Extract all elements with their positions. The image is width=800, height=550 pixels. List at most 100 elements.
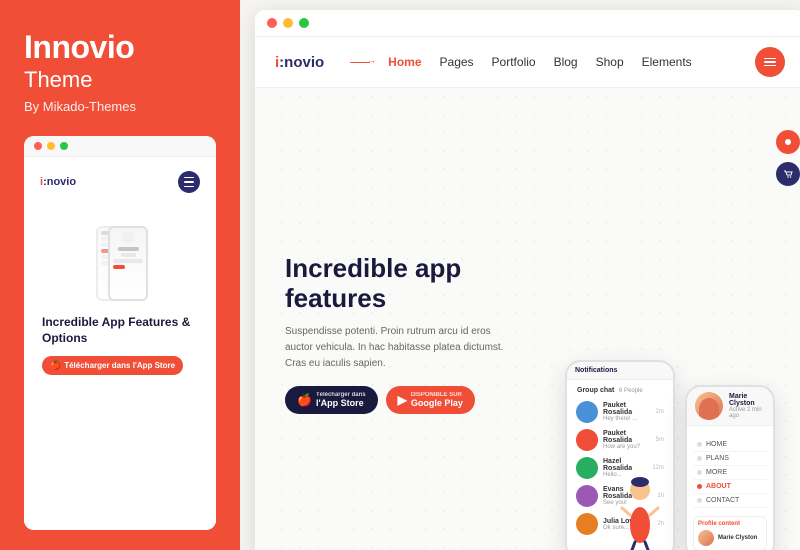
mini-browser-content: i:novio xyxy=(24,157,216,530)
avatar xyxy=(576,513,598,535)
chat-time: 5m xyxy=(656,437,664,443)
mini-screen-line xyxy=(113,259,143,263)
profile-sub: Active 2 min ago xyxy=(729,407,765,419)
browser-dot-yellow xyxy=(283,18,293,28)
profile-mini-info: Marie Clyston xyxy=(718,535,757,541)
chat-row: Pauket Rosalida How are you? 5m xyxy=(573,426,667,454)
chat-name: Pauket Rosalida xyxy=(603,430,651,444)
brand-title-text: Innovio xyxy=(24,29,134,65)
mini-screen-line xyxy=(121,253,136,257)
side-icons xyxy=(776,130,800,186)
mini-logo: i:novio xyxy=(40,176,76,188)
appstore-button[interactable]: 🍎 Télécharger dans l'App Store xyxy=(285,386,378,414)
group-chat-label: Group chat 6 People xyxy=(573,385,667,396)
hero-title-line2: features xyxy=(285,283,386,313)
menu-dot xyxy=(697,470,702,475)
brand-title: Innovio xyxy=(24,30,216,65)
hero-title-line1: Incredible app xyxy=(285,253,461,283)
nav-hamburger-button[interactable] xyxy=(755,47,785,77)
avatar xyxy=(576,457,598,479)
appstore-top-label: Télécharger dans xyxy=(316,392,366,398)
side-phone-mockup: Marie Clyston Active 2 min ago HOME xyxy=(685,385,775,550)
mini-phones-area xyxy=(34,201,206,301)
menu-label: PLANS xyxy=(706,455,729,462)
mini-hero-text: Incredible App Features & Options xyxy=(34,307,206,350)
side-icon-share[interactable] xyxy=(776,130,800,154)
avatar xyxy=(576,429,598,451)
profile-menu: HOME PLANS MORE xyxy=(693,438,767,508)
mini-appstore-button[interactable]: 🍎 Télécharger dans l'App Store xyxy=(42,356,183,375)
profile-mini-avatar-row: Marie Clyston xyxy=(698,530,762,546)
menu-dot-active xyxy=(697,484,702,489)
big-browser-bar xyxy=(255,10,800,37)
menu-label: ABOUT xyxy=(706,483,731,490)
nav-item-home[interactable]: Home xyxy=(388,55,421,69)
mini-screen-line xyxy=(118,247,139,251)
chat-info: Pauket Rosalida Hey there! ... xyxy=(603,402,651,422)
brand-by: By Mikado-Themes xyxy=(24,99,216,114)
chat-info: Pauket Rosalida How are you? xyxy=(603,430,651,450)
chat-preview: How are you? xyxy=(603,444,651,450)
character-illustration xyxy=(620,470,660,550)
mini-browser-card: i:novio xyxy=(24,136,216,530)
googleplay-label: DISPONIBLE SUR Google Play xyxy=(411,392,463,408)
hero-title: Incredible app features xyxy=(285,254,515,314)
hamburger-icon xyxy=(764,56,776,69)
chat-row: Pauket Rosalida Hey there! ... 2m xyxy=(573,398,667,426)
menu-item-about[interactable]: ABOUT xyxy=(693,480,767,494)
apple-icon: 🍎 xyxy=(297,393,312,407)
googleplay-button[interactable]: ▶ DISPONIBLE SUR Google Play xyxy=(386,386,475,414)
menu-label: CONTACT xyxy=(706,497,739,504)
profile-link-label: Profile content xyxy=(698,521,762,527)
mini-dot-green xyxy=(60,142,68,150)
left-panel: Innovio Theme By Mikado-Themes i:novio xyxy=(0,0,240,550)
nav-arrow-line xyxy=(350,62,370,63)
character-svg xyxy=(620,470,660,550)
side-phone-header: Marie Clyston Active 2 min ago xyxy=(687,387,773,426)
hero-buttons: 🍎 Télécharger dans l'App Store ▶ DISPONI… xyxy=(285,386,515,414)
hero-phones: Notifications Group chat 6 People Pauket… xyxy=(565,360,775,550)
nav-item-blog[interactable]: Blog xyxy=(554,55,578,69)
nav-item-pages[interactable]: Pages xyxy=(440,55,474,69)
google-play-icon: ▶ xyxy=(398,393,407,407)
hero-text: Incredible app features Suspendisse pote… xyxy=(285,254,515,414)
mini-avatar xyxy=(122,231,134,243)
menu-item-more[interactable]: MORE xyxy=(693,466,767,480)
nav-item-elements[interactable]: Elements xyxy=(642,55,692,69)
brand-subtitle: Theme xyxy=(24,67,216,93)
browser-dot-red xyxy=(267,18,277,28)
menu-label: HOME xyxy=(706,441,727,448)
mini-browser-bar xyxy=(24,136,216,157)
side-phone-body: HOME PLANS MORE xyxy=(687,426,773,550)
profile-mini-name: Marie Clyston xyxy=(718,535,757,541)
menu-item-contact[interactable]: CONTACT xyxy=(693,494,767,508)
mini-phone-front xyxy=(108,226,148,301)
menu-label: MORE xyxy=(706,469,727,476)
chat-preview: Hey there! ... xyxy=(603,416,651,422)
big-nav: i:novio Home Pages Portfolio Blog Shop E… xyxy=(255,37,800,88)
menu-dot xyxy=(697,456,702,461)
browser-dot-green xyxy=(299,18,309,28)
menu-item-home[interactable]: HOME xyxy=(693,438,767,452)
menu-item-plans[interactable]: PLANS xyxy=(693,452,767,466)
profile-header-info: Marie Clyston Active 2 min ago xyxy=(729,393,765,419)
big-browser: i:novio Home Pages Portfolio Blog Shop E… xyxy=(255,10,800,550)
appstore-label: Télécharger dans l'App Store xyxy=(316,392,366,408)
profile-link-area[interactable]: Profile content Marie Clyston xyxy=(693,516,767,550)
mini-hamburger-icon[interactable] xyxy=(178,171,200,193)
phone-top-bar: Notifications xyxy=(567,362,673,380)
group-label: Group chat xyxy=(577,387,614,394)
chat-time: 2m xyxy=(656,409,664,415)
profile-avatar-small xyxy=(695,392,723,420)
nav-arrow xyxy=(350,62,370,63)
nav-item-portfolio[interactable]: Portfolio xyxy=(492,55,536,69)
googleplay-main-label: Google Play xyxy=(411,398,463,408)
mini-hero-title: Incredible App Features & Options xyxy=(42,315,198,346)
mini-nav: i:novio xyxy=(34,167,206,201)
nav-item-shop[interactable]: Shop xyxy=(596,55,624,69)
mini-phone-screen-front xyxy=(110,228,146,299)
side-icon-cart[interactable] xyxy=(776,162,800,186)
menu-dot xyxy=(697,442,702,447)
notifications-title: Notifications xyxy=(575,367,665,374)
apple-icon: 🍎 xyxy=(50,360,61,371)
